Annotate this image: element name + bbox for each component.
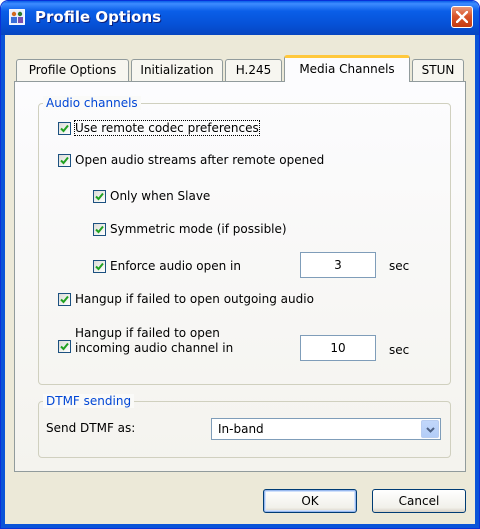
dropdown-arrow-button[interactable] [421, 420, 439, 438]
audio-channels-legend: Audio channels [43, 96, 141, 110]
checkmark-icon [60, 342, 69, 351]
checkmark-icon [95, 225, 104, 234]
tab-profile-options[interactable]: Profile Options [16, 59, 129, 81]
title-bar[interactable]: Profile Options [1, 1, 479, 35]
app-icon [9, 9, 25, 25]
hangup-incoming-label-line1[interactable]: Hangup if failed to open [75, 326, 220, 340]
hangup-incoming-seconds-input[interactable]: 10 [300, 335, 376, 361]
checkmark-icon [95, 262, 104, 271]
window-frame-bottom [1, 524, 479, 528]
hangup-incoming-checkbox[interactable] [58, 340, 71, 353]
checkmark-icon [95, 192, 104, 201]
symmetric-mode-label[interactable]: Symmetric mode (if possible) [110, 222, 287, 236]
chevron-down-icon [426, 427, 435, 433]
hangup-incoming-label-line2[interactable]: incoming audio channel in [75, 341, 233, 355]
tab-media-channels[interactable]: Media Channels [284, 55, 410, 82]
checkmark-icon [60, 156, 69, 165]
hangup-outgoing-label[interactable]: Hangup if failed to open outgoing audio [75, 292, 314, 306]
open-after-remote-checkbox[interactable] [58, 154, 71, 167]
send-dtmf-selected-value: In-band [218, 422, 264, 436]
tab-panel-media-channels: Audio channels Use remote codec preferen… [14, 81, 466, 472]
enforce-open-unit: sec [389, 259, 410, 273]
only-when-slave-label[interactable]: Only when Slave [110, 189, 210, 203]
checkmark-icon [60, 124, 69, 133]
enforce-open-checkbox[interactable] [93, 260, 106, 273]
use-remote-codec-label[interactable]: Use remote codec preferences [74, 120, 260, 136]
profile-options-dialog: Profile Options Profile Options Initiali… [0, 0, 480, 529]
close-icon [456, 11, 468, 23]
symmetric-mode-checkbox[interactable] [93, 223, 106, 236]
window-title: Profile Options [35, 8, 162, 26]
tab-stun[interactable]: STUN [412, 59, 464, 81]
only-when-slave-checkbox[interactable] [93, 190, 106, 203]
cancel-button[interactable]: Cancel [372, 489, 466, 513]
open-after-remote-label[interactable]: Open audio streams after remote opened [75, 153, 324, 167]
hangup-incoming-unit: sec [389, 343, 410, 357]
enforce-open-label[interactable]: Enforce audio open in [110, 259, 241, 273]
send-dtmf-label: Send DTMF as: [46, 421, 136, 435]
close-button[interactable] [451, 6, 473, 28]
enforce-open-seconds-input[interactable]: 3 [300, 252, 376, 278]
checkmark-icon [60, 295, 69, 304]
window-frame-right [475, 35, 479, 528]
ok-button[interactable]: OK [263, 489, 357, 513]
send-dtmf-select[interactable]: In-band [211, 418, 441, 440]
tab-initialization[interactable]: Initialization [131, 59, 223, 81]
hangup-outgoing-checkbox[interactable] [58, 293, 71, 306]
dtmf-sending-legend: DTMF sending [43, 394, 135, 408]
tab-h245[interactable]: H.245 [225, 59, 282, 81]
use-remote-codec-checkbox[interactable] [58, 122, 71, 135]
window-frame-left [1, 35, 5, 528]
